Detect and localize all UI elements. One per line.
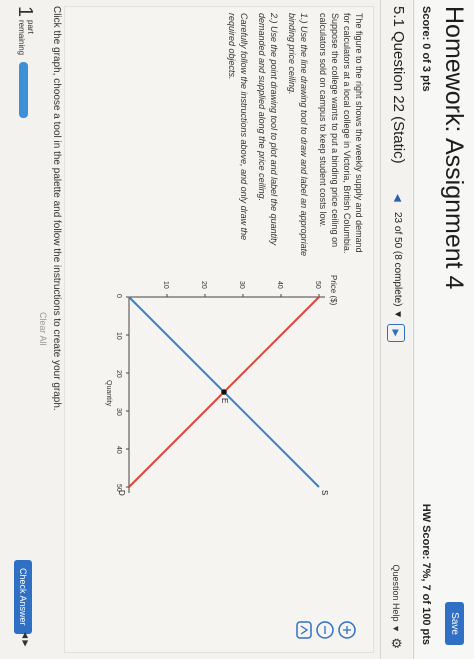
curve-label-d: D: [117, 490, 126, 496]
curve-label-s: S: [320, 490, 329, 495]
clear-all-button[interactable]: Clear All: [38, 312, 48, 346]
tool-palette: [296, 621, 356, 639]
footer-bar: 1 part remaining Check Answer ◀ ▶: [0, 0, 38, 659]
navigate-arrows-icon[interactable]: ◀ ▶: [21, 632, 30, 647]
divider: [380, 0, 381, 659]
prompt-note: Carefully follow the instructions above,…: [226, 13, 249, 241]
question-help-label: Question Help: [391, 564, 401, 622]
question-select[interactable]: 23 of 50 (8 complete) ▼: [392, 212, 403, 319]
score-text: Score: 0 of 3 pts: [420, 6, 432, 92]
zoom-out-icon[interactable]: [316, 621, 334, 639]
gear-icon[interactable]: ⚙: [388, 637, 404, 649]
equilibrium-label: E: [220, 398, 229, 403]
x-tick-label: 30: [115, 408, 122, 416]
question-help-button[interactable]: Question Help ▼: [391, 565, 401, 633]
prompt-step-2: 2.) Use the point drawing tool to plot a…: [257, 13, 280, 246]
question-navigator: ◀ 23 of 50 (8 complete) ▼ ▶: [387, 194, 405, 444]
zoom-in-icon[interactable]: [338, 621, 356, 639]
equilibrium-point: [221, 389, 227, 395]
page-title: Homework: Assignment 4: [440, 6, 468, 290]
question-title: 5.1 Question 22 (Static): [390, 6, 407, 164]
next-question-button[interactable]: ▶: [387, 324, 405, 342]
hw-score-text: HW Score: 7%, 7 of 100 pts: [420, 503, 432, 645]
x-tick-label: 20: [115, 370, 122, 378]
question-select-label: 23 of 50 (8 complete): [392, 212, 403, 307]
y-tick-label: 30: [238, 281, 245, 289]
parts-remaining-label: part remaining: [16, 20, 35, 56]
graph-lines: S D E: [117, 296, 329, 496]
question-panel: The figure to the right shows the weekly…: [64, 6, 374, 653]
question-prompt: The figure to the right shows the weekly…: [220, 13, 365, 263]
y-axis-label: Price ($): [329, 275, 338, 306]
save-button[interactable]: Save: [445, 602, 464, 645]
question-header: 5.1 Question 22 (Static) ◀ 23 of 50 (8 c…: [381, 0, 411, 659]
y-tick-label: 50: [314, 281, 321, 289]
divider: [413, 0, 414, 659]
previous-question-icon[interactable]: ◀: [392, 194, 403, 202]
y-tick-label: 20: [200, 281, 207, 289]
share-icon[interactable]: [296, 621, 312, 639]
x-tick-label: 0: [115, 294, 122, 298]
y-tick-label: 40: [276, 281, 283, 289]
check-answer-button[interactable]: Check Answer: [14, 560, 32, 634]
x-tick-label: 40: [115, 446, 122, 454]
remaining-text: remaining: [17, 20, 27, 56]
progress-bar: [19, 62, 28, 118]
homework-page: Homework: Assignment 4 Save Score: 0 of …: [0, 0, 474, 659]
graph-instructions: Click the graph, choose a tool in the pa…: [51, 6, 62, 411]
x-axis-label: Quantity: [105, 380, 112, 407]
part-text: part: [26, 20, 35, 34]
prompt-paragraph: The figure to the right shows the weekly…: [317, 13, 364, 254]
supply-demand-graph[interactable]: Price ($) Quantity 0102030405010 20 30 40 50…: [99, 269, 359, 609]
prompt-step-1: 1.) Use the line drawing tool to draw an…: [287, 13, 310, 257]
parts-remaining-count: 1: [14, 6, 36, 18]
header-bar: Homework: Assignment 4 Save Score: 0 of …: [412, 0, 474, 659]
x-tick-label: 10: [115, 332, 122, 340]
y-tick-label: 10: [162, 281, 169, 289]
